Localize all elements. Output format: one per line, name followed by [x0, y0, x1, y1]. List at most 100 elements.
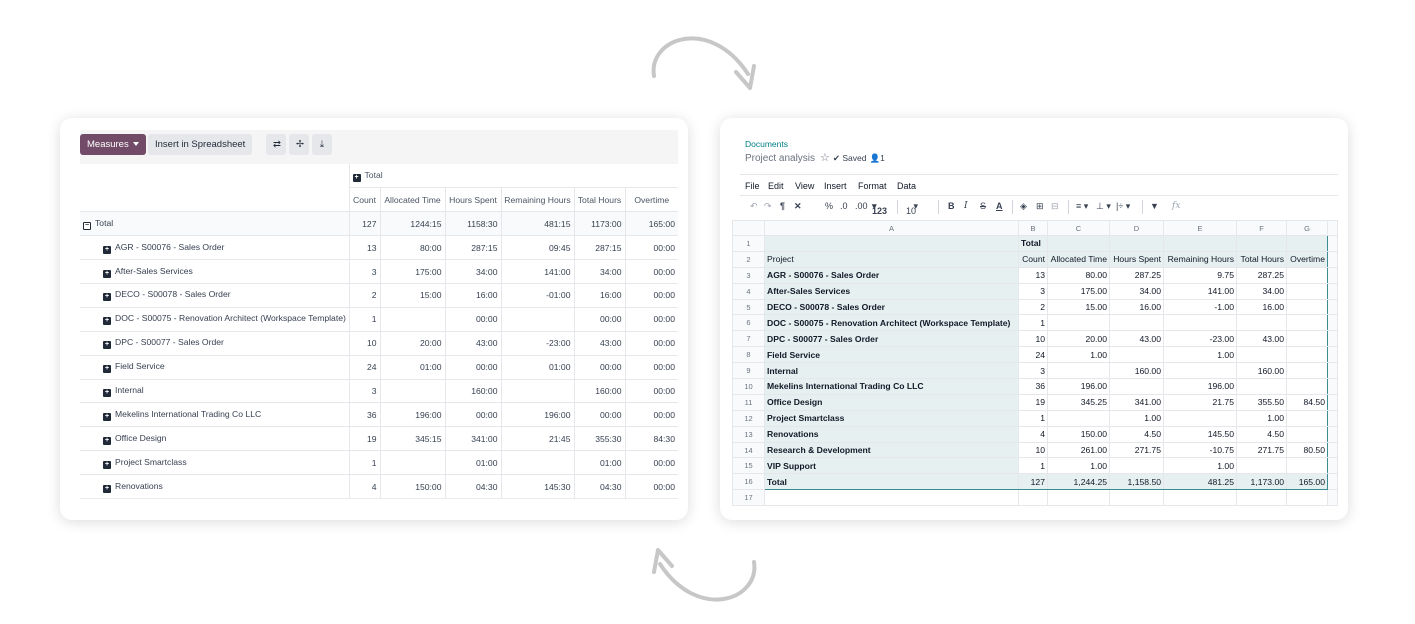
pivot-cell[interactable]: 196:00	[379, 402, 445, 428]
cell[interactable]	[1163, 362, 1237, 380]
cell[interactable]: 1.00	[1163, 346, 1237, 364]
cell[interactable]: 24	[1018, 346, 1048, 364]
pivot-cell[interactable]: 481:15	[500, 211, 574, 237]
pivot-row-header[interactable]: + DECO - S00078 - Sales Order	[80, 283, 349, 308]
pivot-cell[interactable]: 127	[348, 211, 380, 237]
cell[interactable]	[764, 489, 1019, 507]
cell[interactable]: 1.00	[1047, 346, 1110, 364]
cell[interactable]: 271.75	[1236, 441, 1287, 459]
cell[interactable]: 80.50	[1286, 441, 1328, 459]
number-format-button[interactable]: 123 ▾	[872, 201, 887, 216]
expand-all-icon[interactable]: ✢	[289, 134, 309, 155]
cell[interactable]: 80.00	[1047, 266, 1110, 284]
pivot-cell[interactable]: 16:00	[444, 283, 501, 308]
cell[interactable]: 15.00	[1047, 298, 1110, 316]
pivot-cell[interactable]: 43:00	[573, 331, 625, 356]
cell[interactable]: Overtime	[1286, 250, 1328, 268]
pivot-cell[interactable]: 341:00	[444, 426, 501, 452]
pivot-cell[interactable]: 01:00	[379, 355, 445, 380]
cell[interactable]: Mekelins International Trading Co LLC	[764, 378, 1019, 395]
pivot-row[interactable]: + Office Design 19 345:15 341:00 21:45 355:30 8…	[80, 426, 678, 452]
pivot-cell[interactable]: 2	[348, 283, 380, 308]
cell[interactable]: 287.25	[1236, 266, 1287, 284]
pivot-row-header[interactable]: + Field Service	[80, 355, 349, 380]
cell[interactable]	[1286, 314, 1328, 332]
cell[interactable]: 3	[1018, 362, 1048, 380]
pivot-cell[interactable]: 84:30	[624, 426, 678, 452]
cell[interactable]	[1047, 409, 1110, 427]
spreadsheet-title[interactable]: Project analysis	[745, 153, 815, 164]
collaborators[interactable]: 👤1	[870, 153, 885, 163]
pivot-cell[interactable]: 00:00	[624, 402, 678, 428]
pivot-cell[interactable]: 1244:15	[379, 211, 445, 237]
pivot-cell[interactable]: 1	[348, 450, 380, 476]
pivot-cell[interactable]: 00:00	[624, 259, 678, 284]
pivot-row[interactable]: + After-Sales Services 3 175:00 34:00 141:00 3…	[80, 259, 678, 284]
row-header[interactable]: 4	[732, 282, 765, 300]
cell[interactable]	[1286, 425, 1328, 443]
pivot-cell[interactable]: 00:00	[624, 379, 678, 404]
redo-icon[interactable]: ↷	[764, 201, 772, 212]
menu-format[interactable]: Format	[858, 181, 887, 191]
download-icon[interactable]: ⤓	[312, 134, 332, 155]
pivot-measure-header[interactable]: Count	[348, 187, 380, 213]
column-header[interactable]: F	[1236, 220, 1287, 236]
cell[interactable]: 261.00	[1047, 441, 1110, 459]
cell[interactable]: 21.75	[1163, 393, 1237, 411]
pivot-measure-header[interactable]: Allocated Time	[379, 187, 445, 213]
row-header[interactable]: 8	[732, 346, 765, 364]
column-header[interactable]: D	[1109, 220, 1164, 236]
fill-color-icon[interactable]: ◈	[1020, 201, 1027, 212]
cell[interactable]: Project	[764, 250, 1019, 268]
pivot-cell[interactable]: 00:00	[573, 402, 625, 428]
pivot-cell[interactable]: 4	[348, 474, 380, 499]
column-header[interactable]: G	[1286, 220, 1328, 236]
pivot-cell[interactable]: 09:45	[500, 235, 574, 261]
cell[interactable]	[1163, 314, 1237, 332]
cell[interactable]: -1.00	[1163, 298, 1237, 316]
pivot-row[interactable]: + Project Smartclass 1 01:00 01:00 00:00	[80, 450, 678, 476]
cell[interactable]	[1286, 362, 1328, 380]
star-icon[interactable]: ☆	[820, 152, 830, 164]
text-color-button[interactable]: A	[996, 201, 1003, 211]
pivot-measure-header[interactable]: Remaining Hours	[500, 187, 574, 213]
cell[interactable]: 145.50	[1163, 425, 1237, 443]
cell[interactable]: Research & Development	[764, 441, 1019, 459]
paint-format-icon[interactable]: ¶	[780, 201, 785, 211]
cell[interactable]	[1286, 346, 1328, 364]
cell[interactable]: 10	[1018, 330, 1048, 348]
cell[interactable]: 84.50	[1286, 393, 1328, 411]
row-header[interactable]: 3	[732, 266, 765, 284]
row-header[interactable]: 10	[732, 378, 765, 395]
cell[interactable]: 127	[1018, 473, 1048, 491]
cell[interactable]: 160.00	[1236, 362, 1287, 380]
cell[interactable]	[1047, 489, 1110, 507]
vertical-align-icon[interactable]: ⊥ ▾	[1096, 201, 1111, 212]
cell[interactable]: 1,158.50	[1109, 473, 1164, 491]
pivot-cell[interactable]: 36	[348, 402, 380, 428]
horizontal-align-icon[interactable]: ≡ ▾	[1076, 201, 1088, 212]
row-header[interactable]: 14	[732, 441, 765, 459]
cell[interactable]: 34.00	[1109, 282, 1164, 300]
cell[interactable]: 13	[1018, 266, 1048, 284]
pivot-row-header[interactable]: + Renovations	[80, 474, 349, 499]
insert-in-spreadsheet-button[interactable]: Insert in Spreadsheet	[148, 134, 253, 155]
borders-icon[interactable]: ⊞	[1036, 201, 1044, 212]
pivot-total-header[interactable]: − Total	[80, 211, 349, 237]
cell[interactable]	[1109, 378, 1164, 395]
row-header[interactable]: 13	[732, 425, 765, 443]
italic-button[interactable]: I	[964, 201, 968, 211]
pivot-cell[interactable]: 00:00	[573, 355, 625, 380]
pivot-cell[interactable]: 34:00	[573, 259, 625, 284]
cell[interactable]: Project Smartclass	[764, 409, 1019, 427]
cell[interactable]: 150.00	[1047, 425, 1110, 443]
cell[interactable]: 16.00	[1109, 298, 1164, 316]
pivot-cell[interactable]: 287:15	[444, 235, 501, 261]
cell[interactable]: 1	[1018, 457, 1048, 475]
pivot-cell[interactable]: -01:00	[500, 283, 574, 308]
pivot-cell[interactable]: 00:00	[624, 355, 678, 380]
pivot-cell[interactable]	[500, 450, 574, 476]
cell[interactable]: Renovations	[764, 425, 1019, 443]
cell[interactable]: 4.50	[1109, 425, 1164, 443]
cell[interactable]: 196.00	[1163, 378, 1237, 395]
